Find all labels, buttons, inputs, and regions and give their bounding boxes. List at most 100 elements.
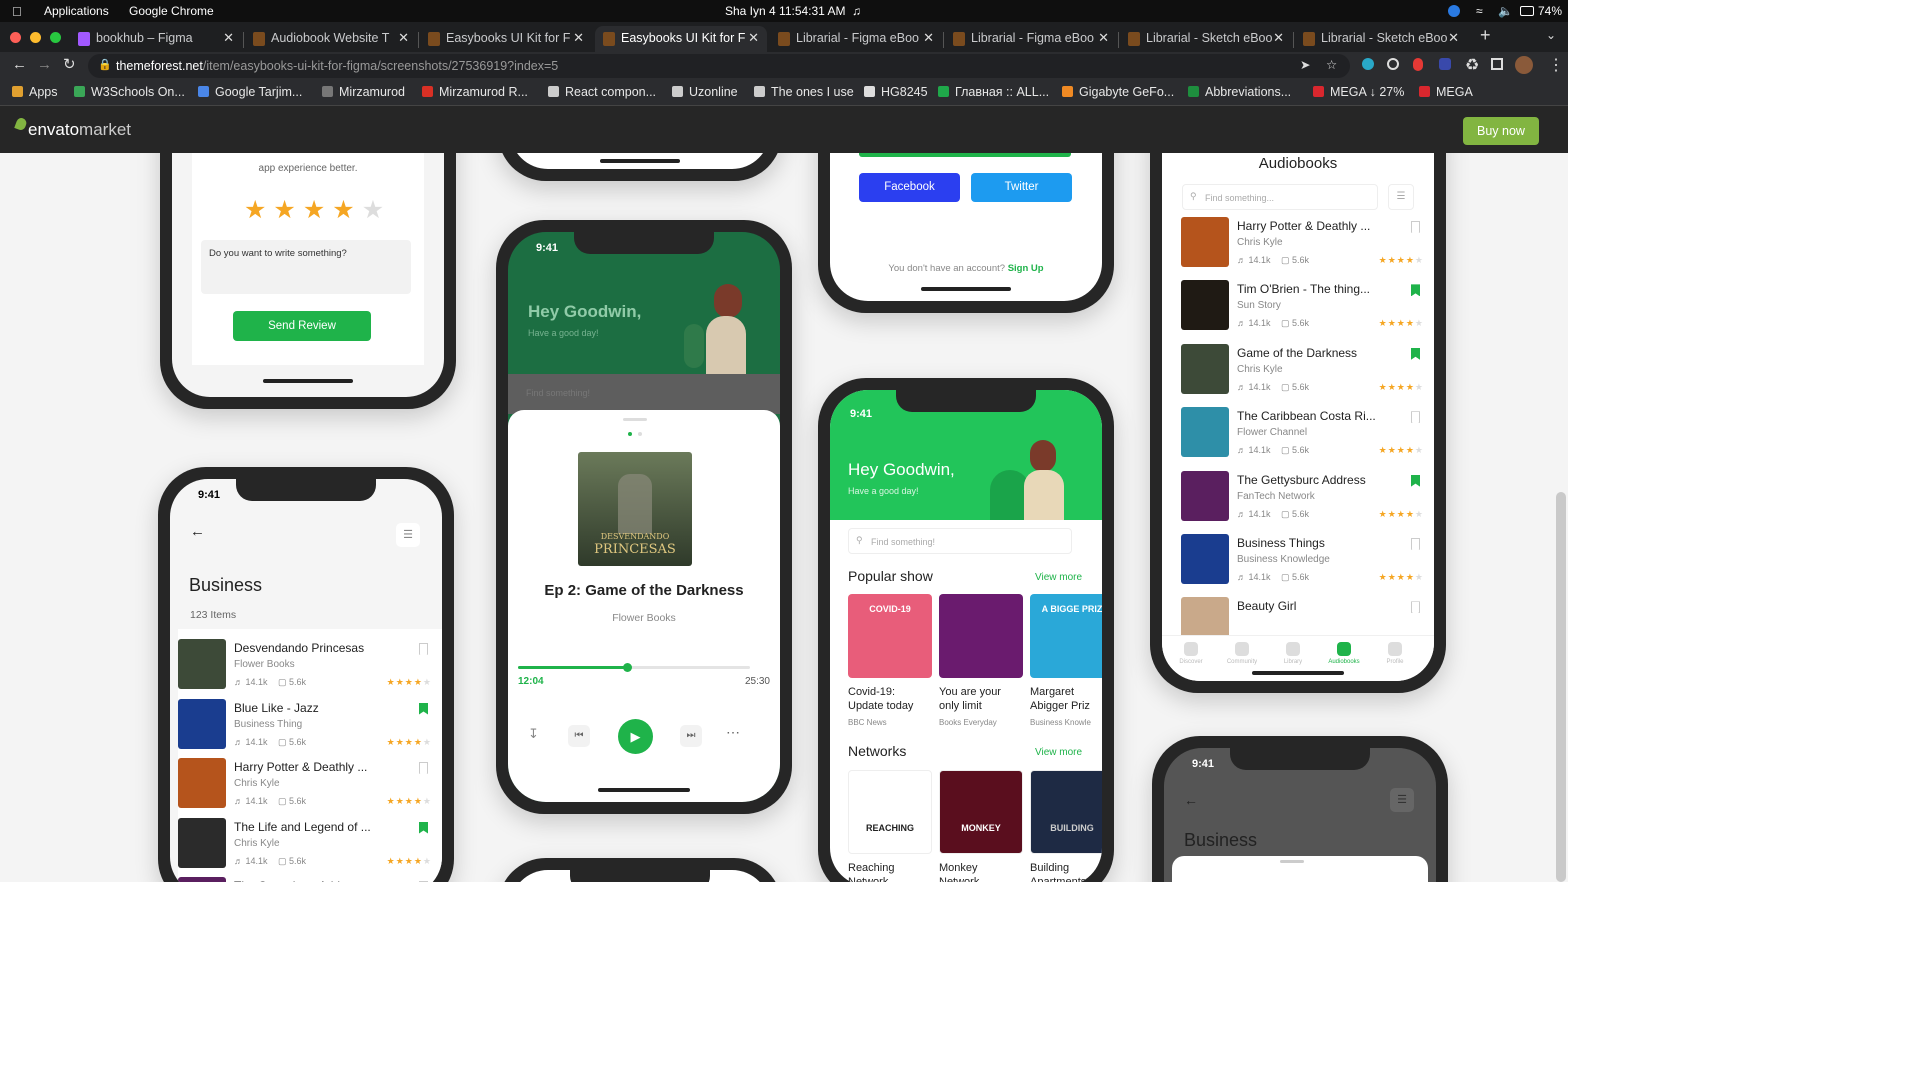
list-item[interactable]: The Gettysburc Address FanTech Network ♬ 1… [1181, 470, 1434, 523]
bookmark-icon[interactable] [1411, 601, 1420, 614]
notification-icon[interactable]: ♫ [852, 4, 861, 18]
tab-4[interactable]: Easybooks UI Kit for F ✕ [595, 26, 767, 52]
nav-library[interactable]: Library [1268, 642, 1318, 665]
close-tab-icon[interactable]: ✕ [223, 30, 234, 46]
download-icon[interactable]: ↧ [528, 726, 539, 742]
envato-logo[interactable]: envatomarket [28, 120, 131, 140]
battery-icon[interactable] [1520, 6, 1534, 16]
bookmark-10[interactable]: Главная :: ALL... [938, 85, 1049, 99]
page-scrollbar[interactable] [1556, 492, 1566, 882]
close-tab-icon[interactable]: ✕ [748, 30, 759, 46]
network-card[interactable]: BUILDING Building Apartments [1030, 770, 1102, 882]
teamviewer-icon[interactable] [1448, 5, 1460, 17]
menu-google-chrome[interactable]: Google Chrome [129, 4, 214, 18]
bookmark-8[interactable]: The ones I use [754, 85, 854, 99]
tab-2[interactable]: Audiobook Website T ✕ [245, 26, 417, 52]
bookmark-icon[interactable] [419, 821, 428, 834]
list-item[interactable]: The Caribbean Costa Ri... Flower Channel ♬… [1181, 407, 1434, 459]
tab-1[interactable]: bookhub – Figma ✕ [70, 26, 242, 52]
bookmark-icon[interactable] [1411, 474, 1420, 487]
show-card[interactable]: You are your only limit Books Everyday [939, 594, 1023, 734]
filter-icon[interactable]: ☰ [1390, 788, 1414, 812]
bookmark-9[interactable]: HG8245 [864, 85, 928, 99]
bookmark-2[interactable]: W3Schools On... [74, 85, 185, 99]
close-window-button[interactable] [10, 32, 21, 43]
star-icon[interactable]: ★ [244, 196, 266, 224]
bookmark-4[interactable]: Mirzamurod [322, 85, 405, 99]
bookmark-icon[interactable] [419, 643, 428, 655]
bookmark-icon[interactable] [1411, 538, 1420, 550]
minimize-window-button[interactable] [30, 32, 41, 43]
menu-kebab-icon[interactable]: ⋮ [1548, 55, 1564, 75]
filter-icon[interactable]: ☰ [1388, 184, 1414, 210]
search-input[interactable]: Find something! [526, 388, 590, 398]
review-textarea[interactable]: Do you want to write something? [201, 240, 411, 294]
side-panel-icon[interactable] [1491, 58, 1503, 70]
nav-discover[interactable]: Discover [1166, 642, 1216, 665]
close-tab-icon[interactable]: ✕ [1273, 30, 1284, 46]
list-item[interactable]: Game of the Darkness Chris Kyle ♬ 14.1k ▢ 5… [1181, 343, 1434, 396]
bookmark-icon[interactable] [419, 702, 428, 715]
puzzle-icon[interactable]: ♻ [1465, 55, 1479, 75]
bookmark-6[interactable]: React compon... [548, 85, 656, 99]
list-item[interactable]: Harry Potter & Deathly ... Chris Kyle ♬ 14… [178, 758, 442, 810]
view-more-link-2[interactable]: View more [1035, 747, 1082, 758]
more-icon[interactable]: ⋯ [726, 724, 740, 741]
apple-icon[interactable]:  [12, 4, 22, 19]
filter-icon[interactable]: ☰ [396, 523, 420, 547]
nav-audiobooks[interactable]: Audiobooks [1319, 642, 1369, 665]
twitter-button[interactable]: Twitter [971, 173, 1072, 202]
nav-community[interactable]: Community [1217, 642, 1267, 665]
send-icon[interactable]: ➤ [1300, 57, 1310, 72]
tab-search-chevron-icon[interactable]: ⌄ [1546, 28, 1556, 42]
star-icon[interactable]: ★ [362, 196, 384, 224]
forward-arrow-icon[interactable]: → [37, 56, 52, 73]
progress-knob[interactable] [623, 663, 633, 672]
bookmark-3[interactable]: Google Tarjim... [198, 85, 302, 99]
maximize-window-button[interactable] [50, 32, 61, 43]
star-icon[interactable]: ★ [273, 196, 295, 224]
extension-icon-3[interactable] [1413, 58, 1423, 71]
list-item[interactable]: Tim O'Brien - The thing... Sun Story ♬ 14.… [1181, 280, 1434, 332]
list-item[interactable]: Blue Like - Jazz Business Thing ♬ 14.1k ▢ 5… [178, 698, 442, 751]
nav-profile[interactable]: Profile [1370, 642, 1420, 665]
menu-applications[interactable]: Applications [44, 4, 109, 18]
previous-icon[interactable]: ⏮ [568, 725, 590, 747]
progress-track[interactable] [518, 663, 750, 672]
send-review-button[interactable]: Send Review [233, 311, 371, 341]
buy-now-button[interactable]: Buy now [1463, 117, 1539, 145]
show-card[interactable]: COVID-19 Covid-19: Update today BBC News [848, 594, 932, 734]
back-arrow-icon[interactable]: ← [1184, 792, 1198, 808]
close-tab-icon[interactable]: ✕ [923, 30, 934, 46]
bookmark-icon[interactable] [1411, 221, 1420, 233]
tab-8[interactable]: Librarial - Sketch eBoo ✕ [1295, 26, 1467, 52]
rating-stars[interactable]: ★ ★ ★ ★ ★ [244, 195, 391, 225]
bookmark-13[interactable]: MEGA ↓ 27% [1313, 85, 1404, 99]
new-tab-button[interactable]: + [1480, 25, 1491, 46]
bookmark-14[interactable]: MEGA [1419, 85, 1473, 99]
bookmark-icon[interactable] [419, 762, 428, 774]
bookmark-icon[interactable] [419, 881, 428, 882]
close-tab-icon[interactable]: ✕ [398, 30, 409, 46]
sheet-handle[interactable] [623, 418, 647, 421]
next-icon[interactable]: ⏭ [680, 725, 702, 747]
bookmark-icon[interactable] [1411, 347, 1420, 360]
list-item[interactable]: The Life and Legend of ... Chris Kyle ♬ 14… [178, 817, 442, 870]
search-input[interactable]: Find something... [1182, 184, 1378, 210]
address-bar[interactable]: 🔒 themeforest.net/item/easybooks-ui-kit-… [88, 54, 1350, 78]
close-tab-icon[interactable]: ✕ [1448, 30, 1459, 46]
close-tab-icon[interactable]: ✕ [573, 30, 584, 46]
play-button[interactable]: ▶ [618, 719, 653, 754]
avatar[interactable] [1515, 56, 1533, 74]
search-input[interactable]: Find something! [848, 528, 1072, 554]
bookmark-5[interactable]: Mirzamurod R... [422, 85, 528, 99]
facebook-button[interactable]: Facebook [859, 173, 960, 202]
close-tab-icon[interactable]: ✕ [1098, 30, 1109, 46]
bookmark-icon[interactable] [1411, 284, 1420, 297]
extension-icon-2[interactable] [1387, 58, 1399, 70]
wifi-icon[interactable]: ≈ [1476, 4, 1483, 18]
tab-5[interactable]: Librarial - Figma eBoo ✕ [770, 26, 942, 52]
network-card[interactable]: REACHING Reaching Network [848, 770, 932, 882]
volume-icon[interactable]: 🔈 [1498, 4, 1513, 18]
view-more-link-1[interactable]: View more [1035, 572, 1082, 583]
